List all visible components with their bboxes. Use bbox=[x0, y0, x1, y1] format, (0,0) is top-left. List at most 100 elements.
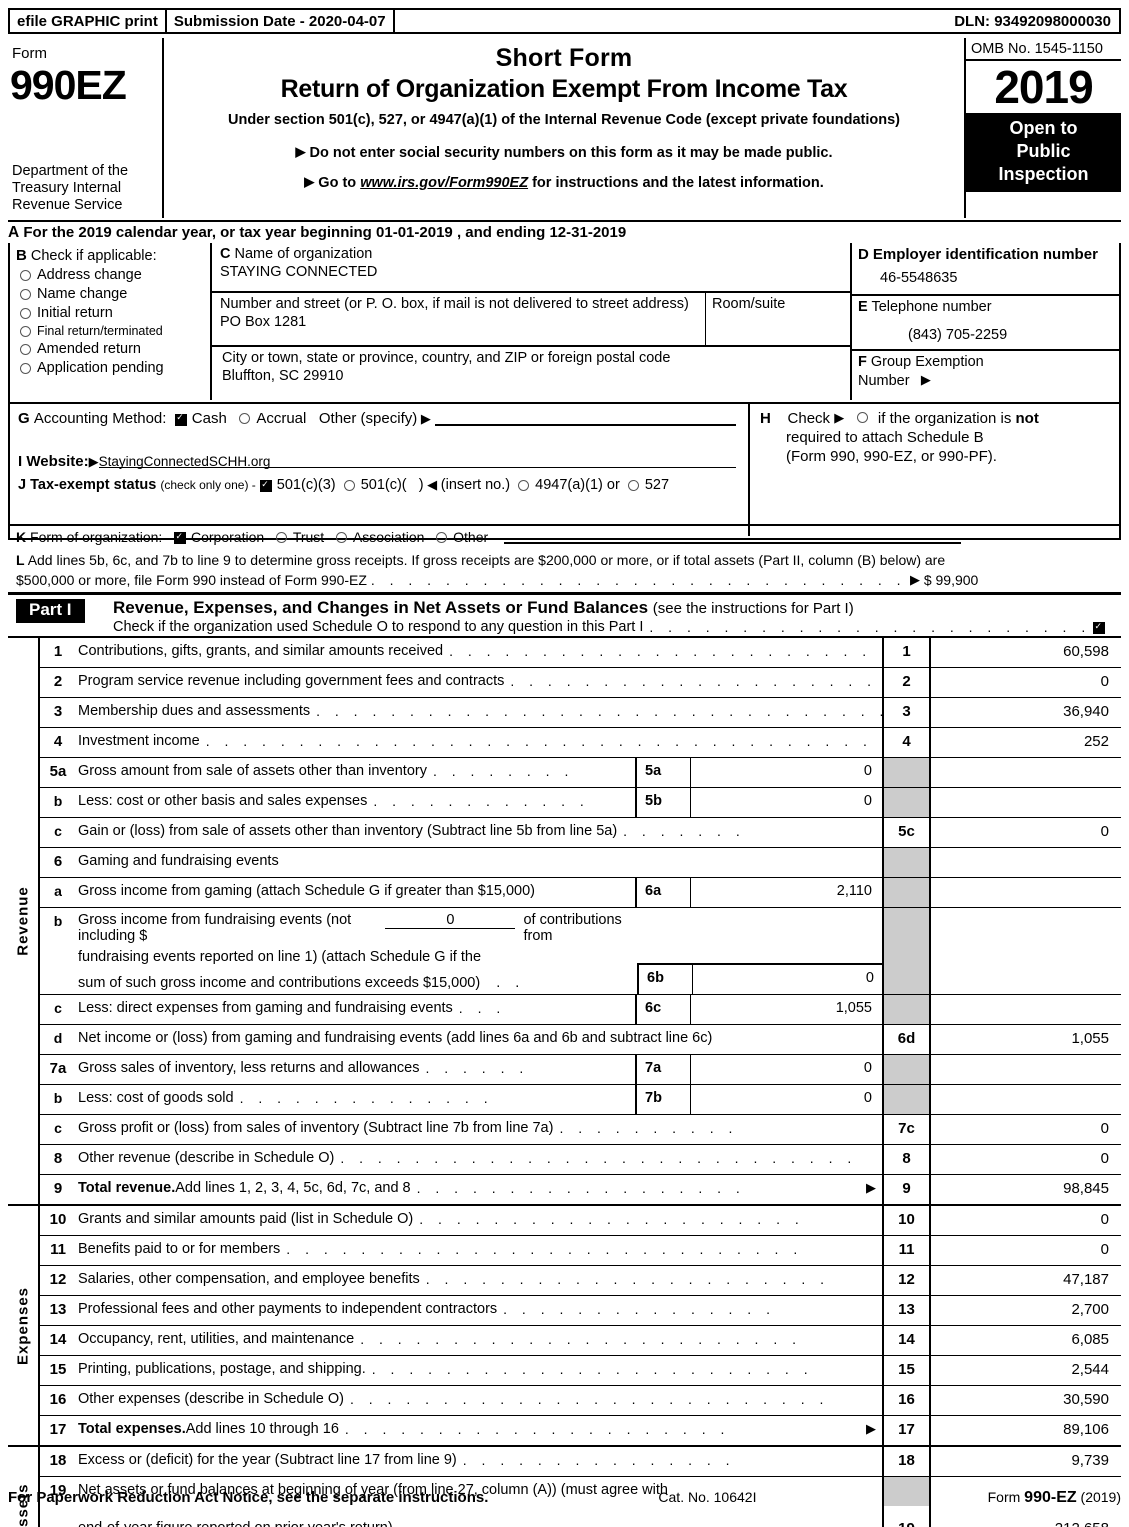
masthead-right: OMB No. 1545-1150 2019 Open to Public In… bbox=[964, 38, 1121, 218]
amount-value[interactable]: 98,845 bbox=[929, 1175, 1121, 1204]
amount-value[interactable]: 0 bbox=[929, 1115, 1121, 1144]
row-number: 2 bbox=[53, 673, 63, 690]
line-a-mid: , and ending bbox=[456, 224, 546, 241]
row-label-line3: sum of such gross income and contributio… bbox=[78, 975, 481, 991]
insert-no-input[interactable]: ) bbox=[407, 477, 424, 493]
circle-checkbox-icon[interactable] bbox=[20, 307, 31, 319]
checkbox-final-return-terminated[interactable]: Final return/terminated bbox=[10, 321, 210, 338]
sub-line-number: 6b bbox=[639, 965, 693, 994]
amount-value[interactable]: 89,106 bbox=[929, 1416, 1121, 1445]
opt-501c3-label: 501(c)(3) bbox=[276, 477, 336, 493]
amount-value[interactable]: 0 bbox=[929, 668, 1121, 697]
checkbox-schedule-o[interactable] bbox=[1093, 621, 1105, 634]
checkbox-accrual[interactable] bbox=[239, 413, 251, 424]
fundraising-contributions-input[interactable]: 0 bbox=[385, 912, 516, 929]
checkbox-application-pending[interactable]: Application pending bbox=[10, 357, 210, 376]
goto-suffix: for instructions and the latest informat… bbox=[532, 175, 824, 191]
sub-amount-box: 6a 2,110 bbox=[635, 878, 882, 907]
row-label: Gross sales of inventory, less returns a… bbox=[78, 1060, 420, 1076]
checkbox-527[interactable] bbox=[627, 479, 639, 491]
table-row: 5a Gross amount from sale of assets othe… bbox=[40, 758, 1121, 788]
sub-amount-value[interactable]: 1,055 bbox=[691, 995, 882, 1024]
checkbox-4947a1[interactable] bbox=[518, 479, 530, 491]
checkbox-501c[interactable] bbox=[343, 479, 355, 491]
line-number-box-shaded bbox=[882, 995, 929, 1024]
city-label: City or town, state or province, country… bbox=[222, 350, 671, 366]
amount-value[interactable]: 212,658 bbox=[929, 1506, 1121, 1527]
other-specify-label: Other (specify) bbox=[318, 410, 418, 427]
leader-dots: . . . . . . . . . . . . bbox=[373, 793, 590, 809]
row-label: Gross income from fundraising events (no… bbox=[78, 912, 352, 944]
leader-dots: . . . . . . . . . . . . . . . . . . . . … bbox=[316, 703, 882, 719]
amount-value[interactable]: 47,187 bbox=[929, 1266, 1121, 1295]
checkbox-other-org[interactable] bbox=[436, 531, 448, 543]
table-row: 4 Investment income . . . . . . . . . . .… bbox=[40, 728, 1121, 758]
sub-amount-value[interactable]: 0 bbox=[691, 758, 882, 787]
line-number-box-shaded bbox=[882, 878, 929, 907]
checkbox-not-required-schedule-b[interactable] bbox=[856, 412, 868, 423]
amount-value[interactable]: 36,940 bbox=[929, 698, 1121, 727]
circle-checkbox-icon[interactable] bbox=[20, 362, 31, 374]
checkbox-corporation[interactable] bbox=[173, 531, 186, 544]
checkbox-name-change[interactable]: Name change bbox=[10, 283, 210, 302]
part-i-table: Revenue 1 Contributions, gifts, grants, … bbox=[8, 636, 1121, 1527]
table-row: b Less: cost or other basis and sales ex… bbox=[40, 788, 1121, 818]
amount-value[interactable]: 9,739 bbox=[929, 1447, 1121, 1476]
leader-dots: . . . . . . . . . . . . . . . . . . . . … bbox=[370, 572, 907, 588]
other-org-input[interactable] bbox=[504, 530, 961, 544]
checkbox-initial-return[interactable]: Initial return bbox=[10, 302, 210, 321]
line-number-box: 17 bbox=[882, 1416, 929, 1445]
amount-value[interactable]: 0 bbox=[929, 1206, 1121, 1235]
sub-line-number: 7b bbox=[637, 1085, 691, 1114]
sub-amount-value[interactable]: 0 bbox=[691, 1085, 882, 1114]
row-text: Occupancy, rent, utilities, and maintena… bbox=[76, 1326, 882, 1355]
amount-value[interactable]: 0 bbox=[929, 818, 1121, 847]
block-g-letter: G bbox=[18, 410, 30, 427]
circle-checkbox-icon[interactable] bbox=[20, 288, 31, 300]
amount-value bbox=[929, 908, 1121, 994]
row-text: Less: direct expenses from gaming and fu… bbox=[76, 995, 635, 1024]
line-number-box: 5c bbox=[882, 818, 929, 847]
amount-value[interactable]: 1,055 bbox=[929, 1025, 1121, 1054]
checkbox-association[interactable] bbox=[335, 531, 347, 543]
city-field: City or town, state or province, country… bbox=[212, 347, 850, 401]
sub-amount-value[interactable]: 2,110 bbox=[691, 878, 882, 907]
block-i-website: I Website: ▶ StayingConnectedSCHH.org bbox=[10, 427, 748, 470]
sub-amount-value[interactable]: 0 bbox=[693, 965, 884, 994]
row-number: b bbox=[53, 913, 63, 929]
form-masthead: Form 990EZ Department of the Treasury In… bbox=[8, 38, 1121, 218]
tax-year-begin-date: 01-01-2019 bbox=[376, 224, 453, 241]
amount-value[interactable]: 30,590 bbox=[929, 1386, 1121, 1415]
circle-checkbox-icon[interactable] bbox=[20, 325, 31, 337]
other-specify-input[interactable] bbox=[434, 411, 736, 426]
checkbox-address-change[interactable]: Address change bbox=[10, 264, 210, 283]
checkbox-trust[interactable] bbox=[275, 531, 287, 543]
amount-value[interactable]: 2,700 bbox=[929, 1296, 1121, 1325]
row-text: Gross profit or (loss) from sales of inv… bbox=[76, 1115, 882, 1144]
row-label: Net income or (loss) from gaming and fun… bbox=[78, 1030, 713, 1046]
checkbox-amended-return[interactable]: Amended return bbox=[10, 338, 210, 357]
sub-amount-value[interactable]: 0 bbox=[691, 1055, 882, 1084]
efile-header-bar: efile GRAPHIC print Submission Date - 20… bbox=[8, 8, 1121, 34]
expenses-rows: 10 Grants and similar amounts paid (list… bbox=[40, 1206, 1121, 1445]
irs-form-link[interactable]: www.irs.gov/Form990EZ bbox=[360, 175, 528, 191]
leader-dots: . . . . . . . . . . . . . . . bbox=[503, 1301, 776, 1317]
amount-value[interactable]: 0 bbox=[929, 1236, 1121, 1265]
table-row: c Gain or (loss) from sale of assets oth… bbox=[40, 818, 1121, 848]
amount-value[interactable]: 252 bbox=[929, 728, 1121, 757]
block-b-heading-text: Check if applicable: bbox=[30, 248, 157, 264]
sub-amount-value[interactable]: 0 bbox=[691, 788, 882, 817]
amount-value[interactable]: 2,544 bbox=[929, 1356, 1121, 1385]
leader-dots: . . . . . . bbox=[425, 1060, 529, 1076]
amount-value[interactable]: 60,598 bbox=[929, 638, 1121, 667]
amount-value[interactable]: 6,085 bbox=[929, 1326, 1121, 1355]
row-label-line2: fundraising events reported on line 1) (… bbox=[78, 949, 482, 965]
checkbox-501c3[interactable] bbox=[259, 479, 272, 492]
circle-checkbox-icon[interactable] bbox=[20, 343, 31, 355]
circle-checkbox-icon[interactable] bbox=[20, 269, 31, 281]
table-row: b Gross income from fundraising events (… bbox=[40, 908, 1121, 995]
checkbox-cash[interactable] bbox=[174, 412, 187, 426]
website-input[interactable]: StayingConnectedSCHH.org bbox=[98, 453, 736, 469]
amount-value[interactable]: 0 bbox=[929, 1145, 1121, 1174]
amount-value bbox=[929, 788, 1121, 817]
